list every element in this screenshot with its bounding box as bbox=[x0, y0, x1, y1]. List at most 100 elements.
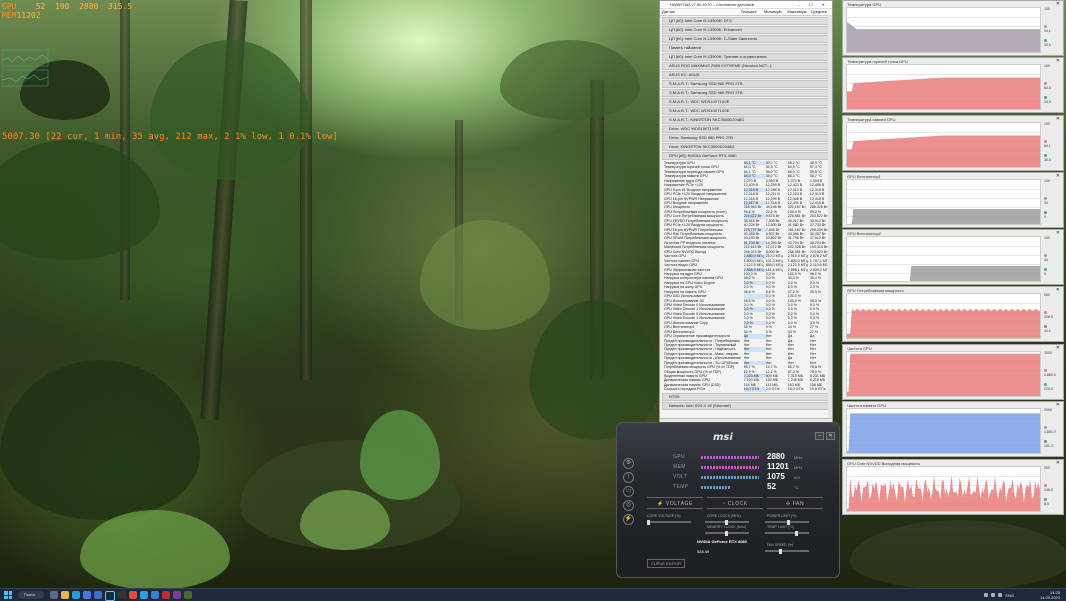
volume-icon[interactable] bbox=[998, 593, 1003, 597]
clock-date: 14.09.2023 bbox=[1039, 595, 1060, 600]
start-button[interactable] bbox=[4, 591, 12, 599]
graph-series bbox=[847, 413, 1040, 453]
graph-window[interactable]: Температура горячей точки GPU ✕ 100 64,0 34,… bbox=[842, 57, 1064, 113]
hwinfo-icon[interactable] bbox=[151, 591, 159, 599]
core-clock-slider[interactable] bbox=[705, 519, 749, 525]
network-icon[interactable] bbox=[991, 593, 996, 597]
core-voltage-slider[interactable] bbox=[647, 519, 691, 525]
slider-handle[interactable] bbox=[725, 519, 728, 525]
sensor-group[interactable]: ЦП [#0]: Intel Core i9-13900K: DTS bbox=[662, 17, 830, 25]
sensor-group[interactable]: S.M.A.R.T.: WDC WDS100T1X0E bbox=[662, 98, 830, 106]
sensor-group[interactable]: Drive: Samsung SSD 980 PRO 2TB bbox=[662, 134, 830, 142]
graph-window[interactable]: GPU Вентилятор1 ✕ 100 34 0 bbox=[842, 172, 1064, 228]
curve-editor-button[interactable]: CURVE EDITOR bbox=[647, 559, 686, 568]
current-dot bbox=[1044, 484, 1047, 487]
sensor-group[interactable]: Drive: KINGSTON SKC3000D2048G bbox=[662, 143, 830, 151]
sensor-group[interactable]: ЦП [#0]: Intel Core i9-13900K: Тренинг и… bbox=[662, 53, 830, 61]
window-titlebar[interactable]: HWiNFO64 v7.60-5170 – Состояние датчиков… bbox=[660, 1, 832, 9]
graph-series bbox=[847, 209, 1040, 224]
oc-icon[interactable]: ⚡ bbox=[623, 514, 634, 525]
sensor-group[interactable]: S.M.A.R.T.: KINGSTON SKC3000D2048G bbox=[662, 116, 830, 124]
column-header[interactable]: Текущее bbox=[739, 9, 762, 15]
window-controls[interactable]: – ☐ ✕ bbox=[798, 1, 829, 8]
graph-window[interactable]: GPU Core NVVDD Выходная мощность ✕ 500 246,… bbox=[842, 459, 1064, 515]
lang-indicator[interactable]: ENG bbox=[1005, 593, 1014, 598]
sensor-group[interactable]: ASUS ROG MAXIMUS Z690 EXTREME (Nuvoton N… bbox=[662, 62, 830, 70]
column-header[interactable]: Датчик bbox=[660, 9, 739, 15]
sensor-group[interactable]: ASUS EC: ASUS bbox=[662, 71, 830, 79]
graph-area bbox=[847, 266, 1040, 281]
slider-handle[interactable] bbox=[647, 519, 650, 525]
min-dot bbox=[1044, 154, 1047, 157]
graph-window[interactable]: Частота GPU ✕ 3000 2.880,0 210,0 bbox=[842, 344, 1064, 400]
msi-afterburner-window[interactable]: msi – ✕ ⚙ i ▭ ◎ ⚡ GPU 2880 MHz MEM 11201… bbox=[616, 422, 840, 578]
search-box[interactable]: Поиск bbox=[18, 591, 44, 599]
column-header[interactable]: Максимум bbox=[785, 9, 808, 15]
sensor-group[interactable]: Network: Intel I225-V #2 (Ethernet) bbox=[662, 401, 830, 410]
column-header[interactable]: Минимум bbox=[762, 9, 785, 15]
fan-icon: ✢ bbox=[785, 501, 793, 507]
graph-window[interactable]: Температура памяти GPU ✕ 100 64,1 36,0 bbox=[842, 115, 1064, 171]
chrome-icon[interactable] bbox=[129, 591, 137, 599]
file-explorer-icon[interactable] bbox=[61, 591, 69, 599]
minimize-icon[interactable]: – bbox=[815, 432, 824, 440]
edge-icon[interactable] bbox=[72, 591, 80, 599]
scrollbar[interactable] bbox=[828, 15, 832, 425]
tab-fan[interactable]: ✢ FAN bbox=[767, 497, 823, 509]
graph-window[interactable]: Температура GPU ✕ 100 54,1 30,0 bbox=[842, 0, 1064, 56]
slider-handle[interactable] bbox=[795, 530, 798, 536]
monitor-icon[interactable]: ▭ bbox=[623, 486, 634, 497]
info-icon[interactable]: i bbox=[623, 472, 634, 483]
graph-window[interactable]: Частота памяти GPU ✕ 2000 1.800,0 101,3 bbox=[842, 401, 1064, 457]
graph-window[interactable]: GPU Вентилятор2 ✕ 100 34 0 bbox=[842, 229, 1064, 285]
graph-current: 64,1 bbox=[1044, 144, 1051, 148]
graph-window[interactable]: GPU Потребляемая мощность ✕ 500 318,9 44,1 bbox=[842, 286, 1064, 342]
graph-series bbox=[847, 353, 1040, 396]
sensor-group[interactable]: GPU [#0]: NVIDIA GeForce RTX 4080 bbox=[662, 152, 830, 160]
task-view-icon[interactable] bbox=[50, 591, 58, 599]
graph-area bbox=[847, 77, 1040, 109]
mail-icon[interactable] bbox=[94, 591, 102, 599]
power-limit-slider[interactable] bbox=[765, 519, 809, 525]
tab-voltage[interactable]: ⚡ VOLTAGE bbox=[647, 497, 703, 509]
scan-icon[interactable]: ◎ bbox=[623, 500, 634, 511]
sensor-group[interactable]: ЦП [#0]: Intel Core i9-13900K: C-State З… bbox=[662, 35, 830, 43]
memory-clock-slider[interactable] bbox=[705, 530, 749, 536]
telegram-icon[interactable] bbox=[140, 591, 148, 599]
min-dot bbox=[1044, 211, 1047, 214]
window-controls[interactable]: – ✕ bbox=[815, 432, 835, 440]
slider-handle[interactable] bbox=[787, 519, 790, 525]
sensor-row[interactable]: Скорость передачи PCIe 16,0 GT/s 2,5 GT/s 1… bbox=[660, 387, 832, 392]
close-icon[interactable]: ✕ bbox=[826, 432, 835, 440]
sensor-group[interactable]: S.M.A.R.T.: WDC WDS100T1X0E bbox=[662, 107, 830, 115]
slider-handle[interactable] bbox=[779, 548, 782, 554]
game-icon[interactable] bbox=[184, 591, 192, 599]
tab-clock[interactable]: ◔ CLOCK bbox=[707, 497, 763, 509]
graph-series bbox=[847, 266, 1040, 281]
graph-plot bbox=[846, 351, 1041, 397]
sensor-group[interactable]: Drive: WDC WDS100T1X0E bbox=[662, 125, 830, 133]
sensor-group[interactable]: S.M.A.R.T.: Samsung SSD 980 PRO 2TB bbox=[662, 89, 830, 97]
temp-limit-slider[interactable] bbox=[765, 530, 809, 536]
taskbar-clock[interactable]: 14:23 14.09.2023 bbox=[1040, 590, 1060, 600]
store-icon[interactable] bbox=[83, 591, 91, 599]
graph-current: 54,1 bbox=[1044, 29, 1051, 33]
graph-legend: 500 318,9 44,1 bbox=[1043, 293, 1061, 339]
afterburner-icon[interactable] bbox=[162, 591, 170, 599]
graph-plot bbox=[846, 179, 1041, 225]
min-dot bbox=[1044, 325, 1047, 328]
sensor-group[interactable]: S.M.A.R.T.: Samsung SSD 980 PRO 2TB bbox=[662, 80, 830, 88]
hwinfo-sensors-window[interactable]: HWiNFO64 v7.60-5170 – Состояние датчиков… bbox=[659, 0, 833, 426]
settings-icon[interactable]: ⚙ bbox=[623, 458, 634, 469]
sensor-group[interactable]: ЦП [#0]: Intel Core i9-13900K: Enhanced bbox=[662, 26, 830, 34]
slider-handle[interactable] bbox=[725, 530, 728, 536]
epic-icon[interactable] bbox=[118, 591, 126, 599]
sensor-group[interactable]: RTSS bbox=[662, 392, 830, 401]
graph-series bbox=[847, 475, 1040, 511]
graph-current: 34 bbox=[1044, 258, 1048, 262]
fan-speed-slider[interactable] bbox=[765, 548, 809, 554]
sensor-group[interactable]: Память тайминги bbox=[662, 44, 830, 52]
rtss-icon[interactable] bbox=[173, 591, 181, 599]
graph-min: 30,0 bbox=[1044, 43, 1051, 47]
chevron-up-icon[interactable] bbox=[984, 593, 989, 597]
